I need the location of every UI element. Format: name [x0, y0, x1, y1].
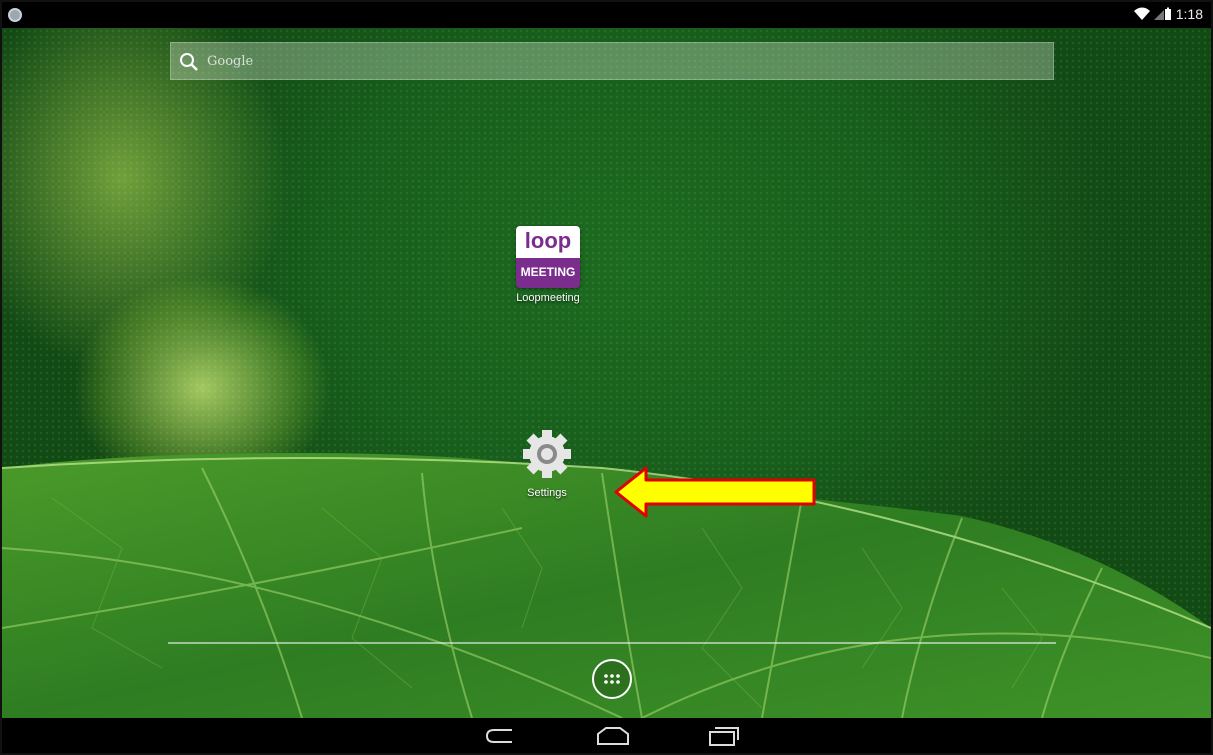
search-icon — [179, 52, 199, 77]
loopmeeting-icon: loop MEETING — [516, 226, 580, 288]
dock-divider — [168, 642, 1056, 644]
gear-icon — [519, 426, 575, 487]
battery-icon — [1153, 7, 1172, 21]
status-bar: 1:18 — [2, 2, 1211, 28]
back-icon[interactable] — [484, 726, 516, 751]
debug-shield-icon — [8, 8, 22, 22]
home-icon[interactable] — [596, 726, 630, 751]
app-loopmeeting[interactable]: loop MEETING Loopmeeting — [503, 226, 593, 304]
arrow-icon — [614, 466, 818, 523]
loop-logo-text: loop — [516, 226, 580, 258]
device-screen: 1:18 Google loop MEETING Loopmeeting Set… — [0, 0, 1213, 755]
navigation-bar — [2, 718, 1211, 753]
wifi-icon — [1133, 7, 1150, 21]
status-clock: 1:18 — [1175, 6, 1203, 22]
meeting-logo-text: MEETING — [516, 258, 580, 288]
app-label-settings: Settings — [527, 487, 567, 499]
home-wallpaper: Google loop MEETING Loopmeeting Settings — [2, 28, 1211, 718]
all-apps-button[interactable] — [592, 659, 632, 699]
app-label-loopmeeting: Loopmeeting — [516, 292, 580, 304]
google-search-bar[interactable]: Google — [170, 42, 1054, 80]
search-label: Google — [207, 54, 254, 69]
app-settings[interactable]: Settings — [502, 426, 592, 499]
recents-icon[interactable] — [708, 726, 740, 751]
